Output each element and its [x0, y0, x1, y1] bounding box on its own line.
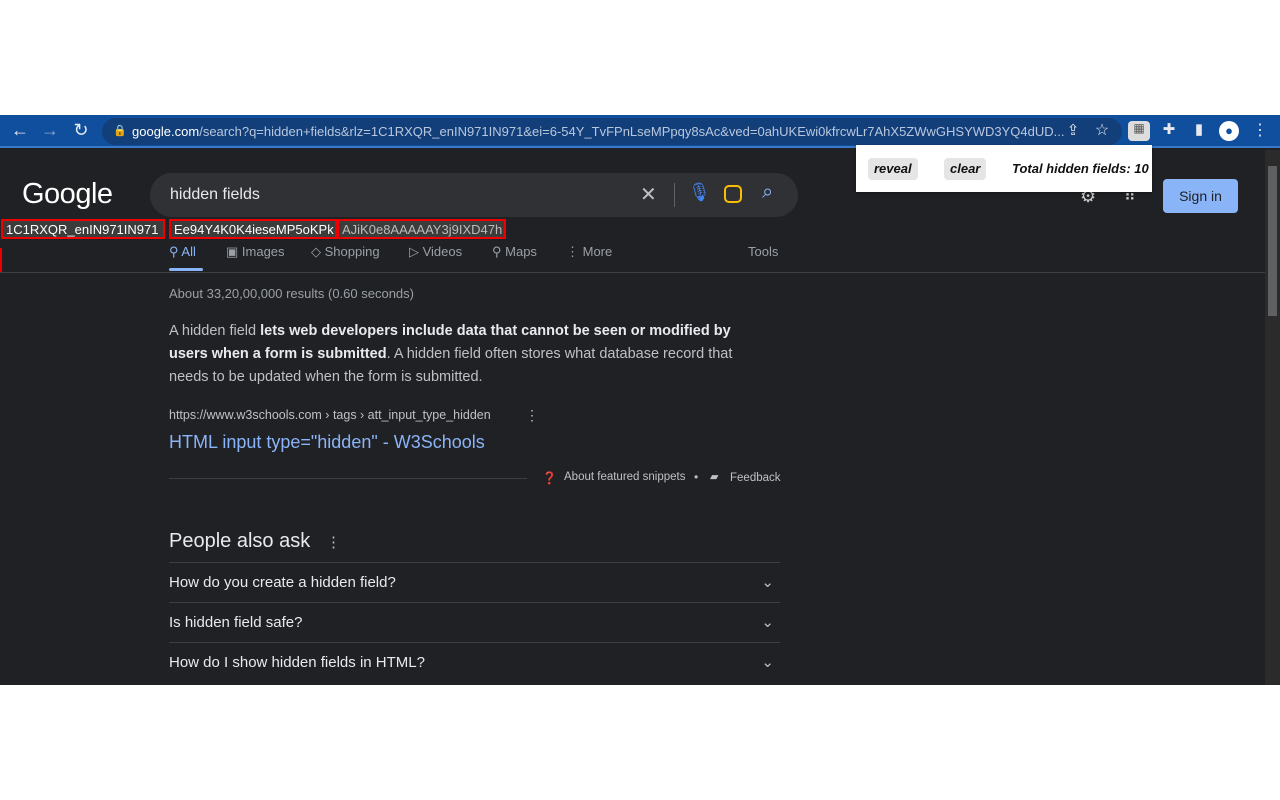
active-tab-indicator — [169, 268, 203, 271]
hidden-fields-extension-icon[interactable]: ▦ — [1128, 121, 1150, 141]
people-also-ask-heading: People also ask — [169, 530, 311, 552]
browser-window: ← → ↻ 🔒 google.com/search?q=hidden+field… — [0, 115, 1280, 685]
tab-videos[interactable]: ▷ Videos — [409, 244, 462, 260]
extension-popup: reveal clear Total hidden fields: 10 — [856, 145, 1152, 192]
sign-in-button[interactable]: Sign in — [1163, 179, 1238, 213]
feedback-icon: ▰ — [710, 471, 719, 483]
help-icon: ❓ — [542, 471, 557, 485]
about-featured-snippets-link[interactable]: About featured snippets — [564, 471, 685, 483]
back-icon[interactable]: ← — [9, 120, 31, 141]
divider — [674, 183, 675, 207]
feedback-link[interactable]: Feedback — [730, 472, 781, 484]
result-cite: https://www.w3schools.com › tags › att_i… — [169, 408, 491, 422]
tab-maps[interactable]: ⚲ Maps — [492, 244, 537, 260]
search-icon[interactable]: ⌕ — [762, 181, 773, 204]
paa-question[interactable]: How do you create a hidden field? ⌄ — [169, 562, 780, 602]
scrollbar-thumb[interactable] — [1268, 166, 1277, 316]
clear-button[interactable]: clear — [944, 158, 987, 180]
profile-avatar-icon[interactable]: ● — [1219, 121, 1239, 141]
google-logo[interactable]: Google — [22, 178, 113, 211]
search-input[interactable]: hidden fields — [170, 186, 260, 204]
extensions-puzzle-icon[interactable]: ✚ — [1158, 120, 1180, 138]
header-divider — [0, 272, 1265, 273]
share-icon[interactable]: ⇪ — [1062, 121, 1084, 139]
total-hidden-fields: Total hidden fields: 10 — [1012, 161, 1149, 176]
result-stats: About 33,20,00,000 results (0.60 seconds… — [169, 286, 414, 301]
tab-images[interactable]: ▣ Images — [226, 244, 285, 260]
chevron-down-icon: ⌄ — [761, 574, 774, 591]
star-icon[interactable]: ☆ — [1091, 120, 1113, 140]
tab-all[interactable]: ⚲ All — [169, 244, 196, 260]
tab-shopping[interactable]: ◇ Shopping — [311, 244, 380, 260]
result-options-icon[interactable]: ⋮ — [525, 407, 539, 424]
tools-button[interactable]: Tools — [748, 244, 778, 259]
google-results-page: Google hidden fields ✕ 🎙 ⌕ 1C1RXQR_enIN9… — [0, 150, 1265, 685]
reveal-button[interactable]: reveal — [868, 158, 918, 180]
url-text: google.com/search?q=hidden+fields&rlz=1C… — [132, 124, 1065, 139]
hidden-field-1[interactable]: 1C1RXQR_enIN971IN971 — [1, 219, 165, 239]
address-bar[interactable]: 🔒 google.com/search?q=hidden+fields&rlz=… — [102, 118, 1122, 145]
hidden-field-2[interactable]: Ee94Y4K0K4ieseMP5oKPk — [169, 219, 337, 239]
clear-icon[interactable]: ✕ — [640, 182, 657, 207]
dot-separator: • — [694, 470, 699, 484]
side-panel-icon[interactable]: ▮ — [1188, 120, 1210, 138]
camera-lens-icon[interactable] — [724, 185, 742, 203]
microphone-icon[interactable]: 🎙 — [688, 182, 711, 203]
forward-icon[interactable]: → — [39, 120, 61, 141]
lock-icon: 🔒 — [113, 125, 127, 137]
featured-snippet-text: A hidden field lets web developers inclu… — [169, 323, 733, 385]
hidden-field-3[interactable]: AJiK0e8AAAAAY3j9IXD47h — [337, 219, 506, 239]
browser-toolbar: ← → ↻ 🔒 google.com/search?q=hidden+field… — [0, 115, 1280, 148]
tab-more[interactable]: ⋮ More — [566, 244, 612, 260]
paa-question[interactable]: How do I show hidden fields in HTML? ⌄ — [169, 642, 780, 682]
result-title-link[interactable]: HTML input type="hidden" - W3Schools — [169, 432, 485, 453]
reload-icon[interactable]: ↻ — [70, 120, 92, 141]
menu-kebab-icon[interactable]: ⋮ — [1249, 120, 1271, 140]
paa-question[interactable]: Is hidden field safe? ⌄ — [169, 602, 780, 642]
search-box[interactable]: hidden fields ✕ 🎙 ⌕ — [150, 173, 798, 217]
paa-options-icon[interactable]: ⋮ — [326, 533, 341, 551]
hidden-field-marker — [0, 248, 2, 272]
snippet-divider — [169, 478, 527, 479]
chevron-down-icon: ⌄ — [761, 654, 774, 671]
chevron-down-icon: ⌄ — [761, 614, 774, 631]
scrollbar[interactable] — [1265, 150, 1280, 685]
